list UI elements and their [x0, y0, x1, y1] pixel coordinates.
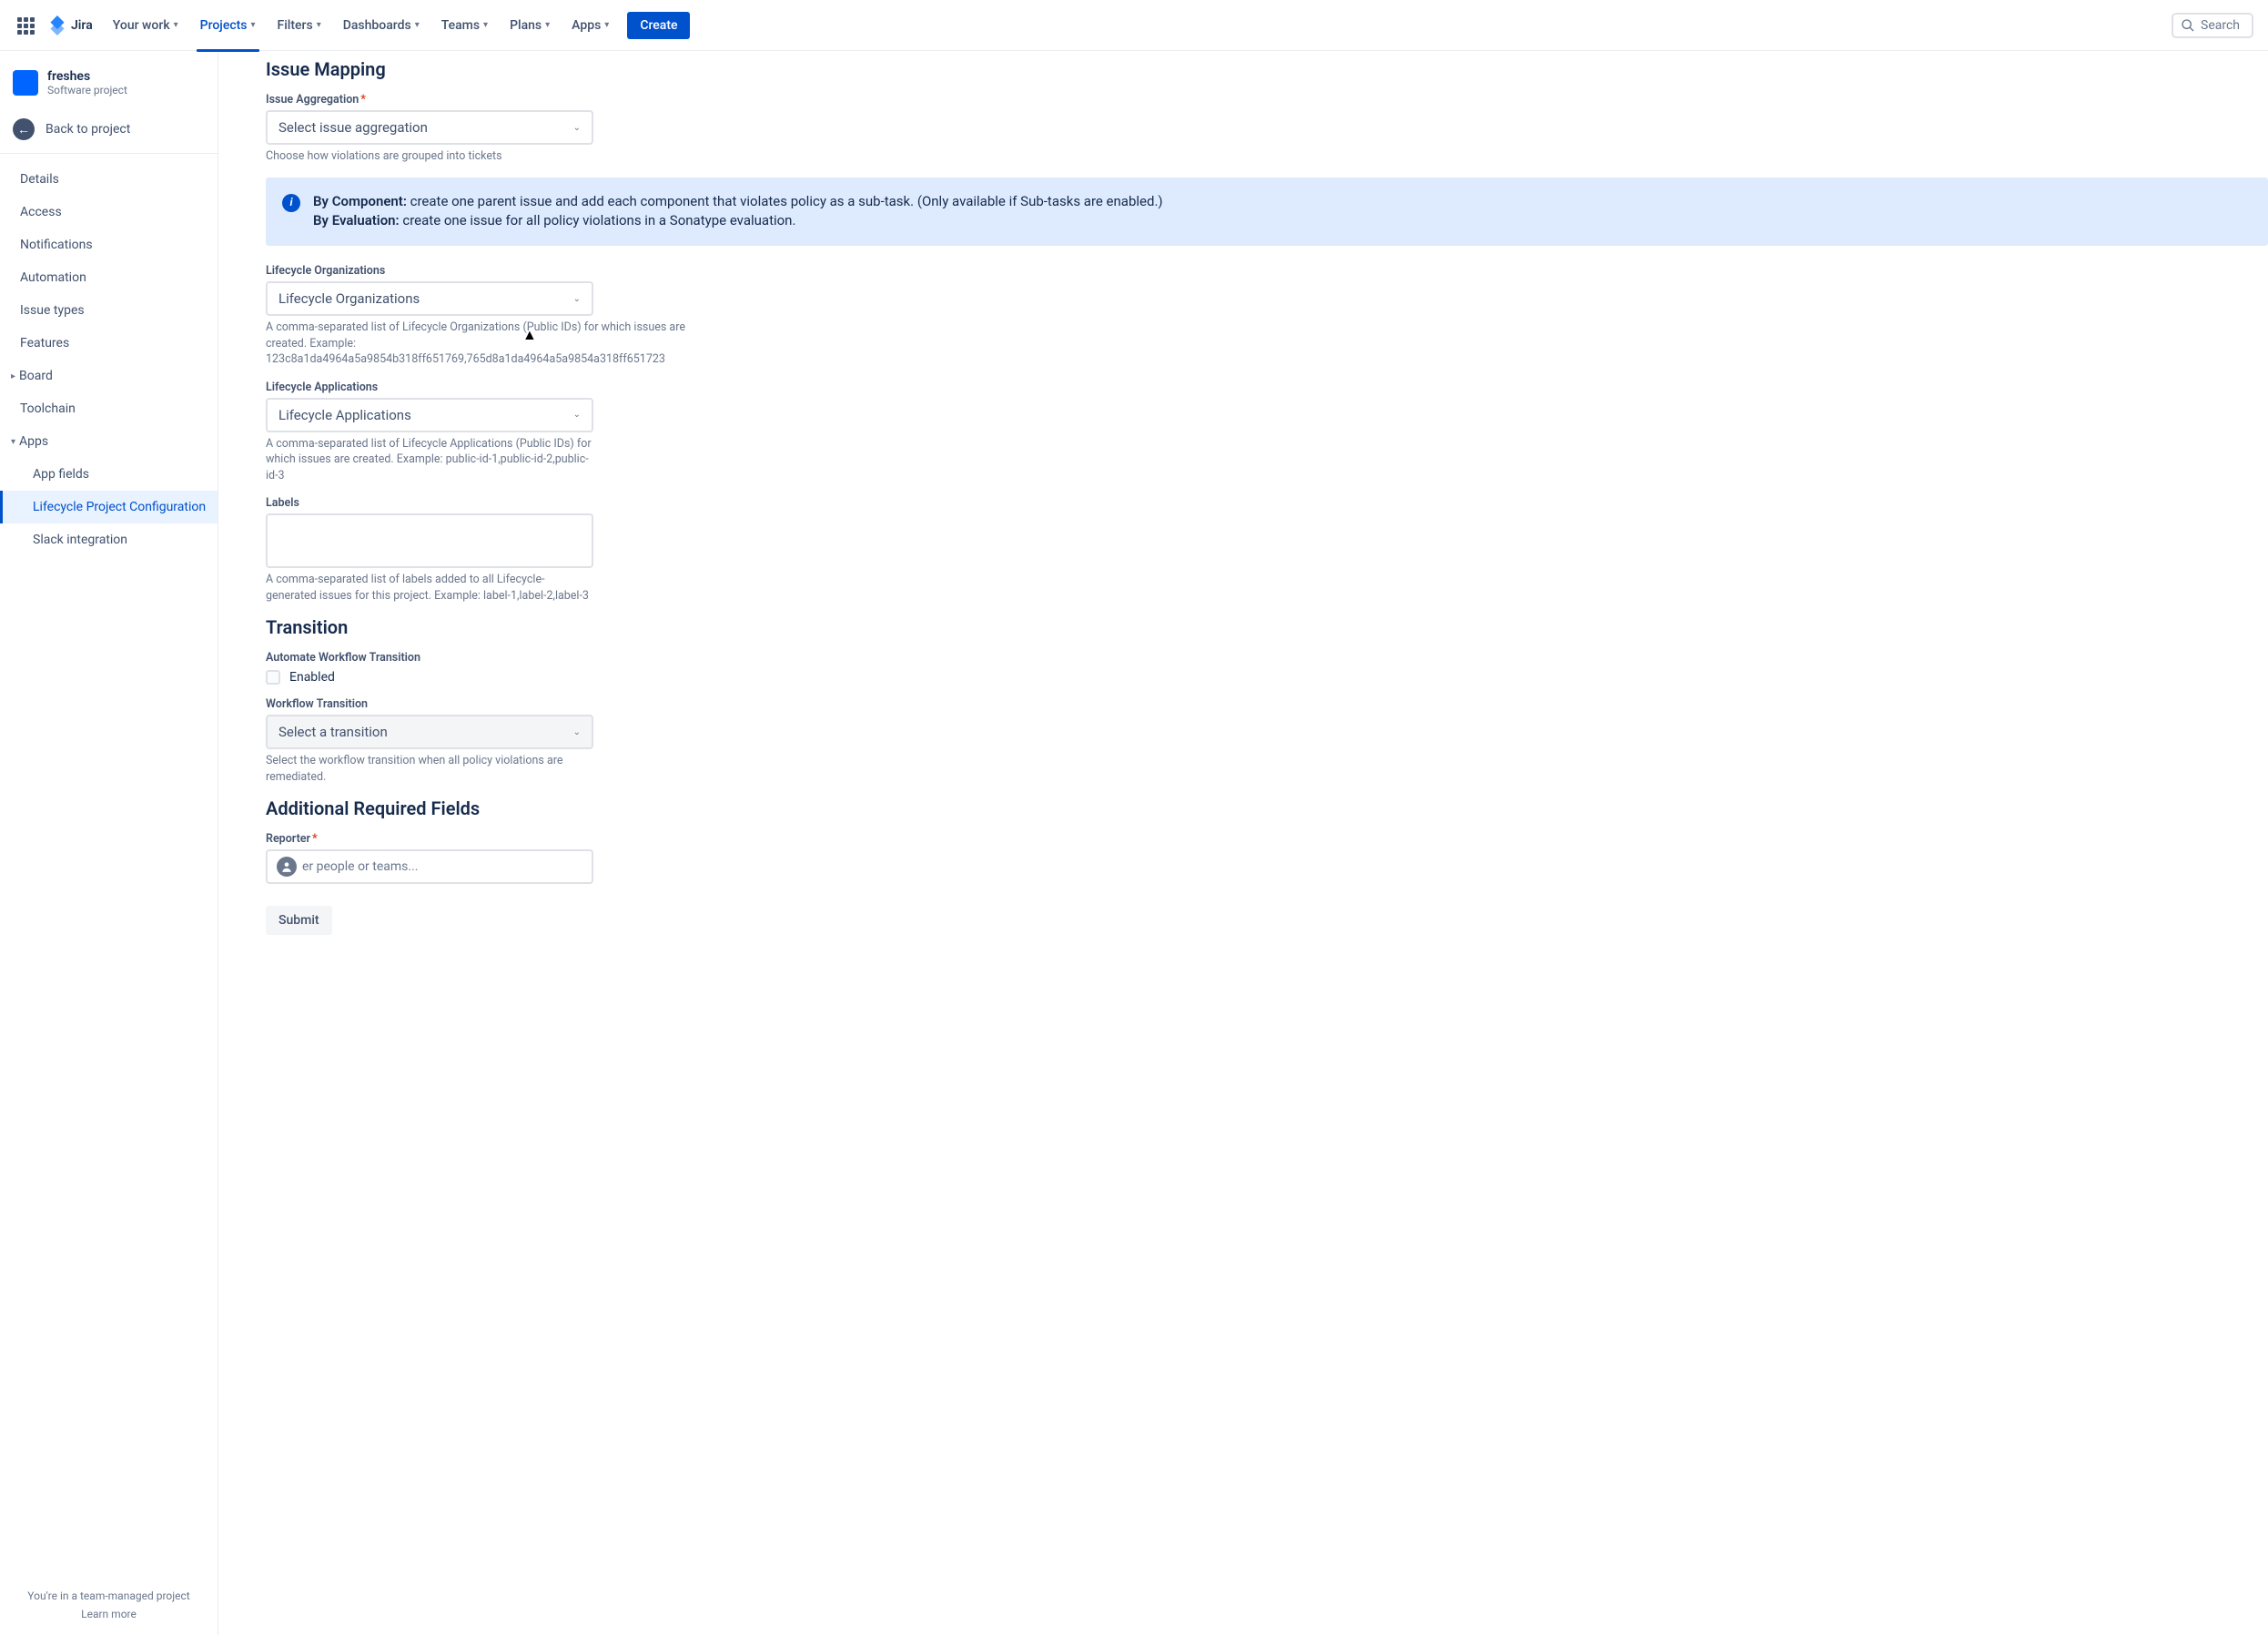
- enabled-checkbox[interactable]: [266, 670, 280, 685]
- reporter-placeholder: er people or teams...: [302, 859, 418, 874]
- nav-filters[interactable]: Filters▾: [268, 11, 330, 40]
- search-placeholder-text: Search: [2201, 18, 2240, 33]
- chevron-down-icon: ▾: [545, 20, 550, 30]
- sidebar-item-apps[interactable]: Apps: [0, 425, 218, 458]
- learn-more-link[interactable]: Learn more: [15, 1608, 203, 1620]
- section-additional-title: Additional Required Fields: [266, 797, 2268, 819]
- info-icon: i: [282, 194, 300, 212]
- jira-logo[interactable]: Jira: [47, 15, 93, 36]
- nav-dashboards[interactable]: Dashboards▾: [334, 11, 429, 40]
- project-name: freshes: [47, 69, 127, 84]
- main-content: Issue Mapping Issue Aggregation* Select …: [218, 51, 2268, 1635]
- nav-apps[interactable]: Apps▾: [562, 11, 618, 40]
- search-icon: [2181, 18, 2195, 33]
- search-input[interactable]: Search: [2172, 13, 2253, 38]
- sidebar-item-toolchain[interactable]: Toolchain: [0, 392, 218, 425]
- info-evaluation-text: create one issue for all policy violatio…: [400, 212, 796, 228]
- chevron-down-icon: ⌄: [573, 410, 581, 420]
- chevron-down-icon: ⌄: [573, 123, 581, 133]
- app-switcher-icon[interactable]: [15, 15, 36, 36]
- project-avatar: [13, 70, 38, 96]
- back-label: Back to project: [46, 122, 130, 137]
- person-icon: [277, 857, 297, 877]
- submit-button[interactable]: Submit: [266, 906, 332, 935]
- sidebar-item-board[interactable]: Board: [0, 360, 218, 392]
- sidebar-subitem-app-fields[interactable]: App fields: [0, 458, 218, 491]
- chevron-down-icon: ▾: [415, 20, 420, 30]
- labels-input[interactable]: [266, 513, 593, 568]
- chevron-down-icon: ▾: [483, 20, 488, 30]
- sidebar-nav: Details Access Notifications Automation …: [0, 154, 218, 556]
- footer-text: You're in a team-managed project: [15, 1589, 203, 1602]
- workflow-transition-label: Workflow Transition: [266, 697, 775, 711]
- info-evaluation-label: By Evaluation:: [313, 212, 400, 228]
- lifecycle-orgs-select[interactable]: Lifecycle Organizations ⌄: [266, 281, 593, 316]
- lifecycle-orgs-hint: A comma-separated list of Lifecycle Orga…: [266, 320, 721, 368]
- sidebar-item-issue-types[interactable]: Issue types: [0, 294, 218, 327]
- sidebar-item-automation[interactable]: Automation: [0, 261, 218, 294]
- sidebar: freshes Software project ← Back to proje…: [0, 51, 218, 1635]
- jira-icon: [47, 15, 67, 36]
- back-to-project[interactable]: ← Back to project: [0, 111, 218, 154]
- project-header: freshes Software project: [0, 69, 218, 111]
- info-component-text: create one parent issue and add each com…: [407, 193, 1163, 209]
- automate-transition-label: Automate Workflow Transition: [266, 651, 775, 665]
- lifecycle-apps-hint: A comma-separated list of Lifecycle Appl…: [266, 436, 593, 484]
- sidebar-subitem-slack[interactable]: Slack integration: [0, 523, 218, 556]
- lifecycle-apps-label: Lifecycle Applications: [266, 381, 775, 394]
- labels-label: Labels: [266, 496, 775, 510]
- sidebar-item-features[interactable]: Features: [0, 327, 218, 360]
- select-value: Select a transition: [278, 724, 388, 740]
- nav-projects[interactable]: Projects▾: [191, 11, 265, 40]
- sidebar-item-details[interactable]: Details: [0, 163, 218, 196]
- issue-aggregation-label: Issue Aggregation*: [266, 93, 775, 107]
- select-value: Select issue aggregation: [278, 119, 428, 136]
- workflow-transition-hint: Select the workflow transition when all …: [266, 753, 593, 785]
- issue-aggregation-select[interactable]: Select issue aggregation ⌄: [266, 110, 593, 145]
- chevron-down-icon: ⌄: [573, 294, 581, 304]
- reporter-select[interactable]: er people or teams...: [266, 849, 593, 884]
- select-value: Lifecycle Applications: [278, 407, 411, 423]
- project-type: Software project: [47, 84, 127, 96]
- back-arrow-icon: ←: [13, 118, 35, 140]
- issue-aggregation-hint: Choose how violations are grouped into t…: [266, 148, 721, 165]
- info-component-label: By Component:: [313, 193, 407, 209]
- sidebar-item-access[interactable]: Access: [0, 196, 218, 228]
- nav-teams[interactable]: Teams▾: [432, 11, 497, 40]
- create-button[interactable]: Create: [627, 12, 690, 39]
- sidebar-footer: You're in a team-managed project Learn m…: [0, 1575, 218, 1635]
- chevron-down-icon: ⌄: [573, 727, 581, 737]
- mouse-cursor: ▲: [522, 326, 537, 344]
- labels-hint: A comma-separated list of labels added t…: [266, 572, 593, 604]
- lifecycle-apps-select[interactable]: Lifecycle Applications ⌄: [266, 398, 593, 432]
- chevron-down-icon: ▾: [604, 20, 609, 30]
- lifecycle-orgs-label: Lifecycle Organizations: [266, 264, 775, 278]
- section-transition-title: Transition: [266, 616, 2268, 638]
- nav-your-work[interactable]: Your work▾: [104, 11, 187, 40]
- enabled-label: Enabled: [289, 670, 335, 685]
- top-navigation: Jira Your work▾ Projects▾ Filters▾ Dashb…: [0, 0, 2268, 51]
- chevron-down-icon: ▾: [174, 20, 178, 30]
- nav-plans[interactable]: Plans▾: [501, 11, 559, 40]
- logo-text: Jira: [71, 18, 93, 33]
- chevron-down-icon: ▾: [251, 20, 256, 30]
- chevron-down-icon: ▾: [317, 20, 321, 30]
- section-issue-mapping-title: Issue Mapping: [266, 58, 2268, 80]
- info-panel: i By Component: create one parent issue …: [266, 178, 2268, 247]
- workflow-transition-select[interactable]: Select a transition ⌄: [266, 715, 593, 749]
- sidebar-subitem-lifecycle[interactable]: Lifecycle Project Configuration: [0, 491, 218, 523]
- select-value: Lifecycle Organizations: [278, 290, 420, 307]
- sidebar-item-notifications[interactable]: Notifications: [0, 228, 218, 261]
- reporter-label: Reporter*: [266, 832, 775, 846]
